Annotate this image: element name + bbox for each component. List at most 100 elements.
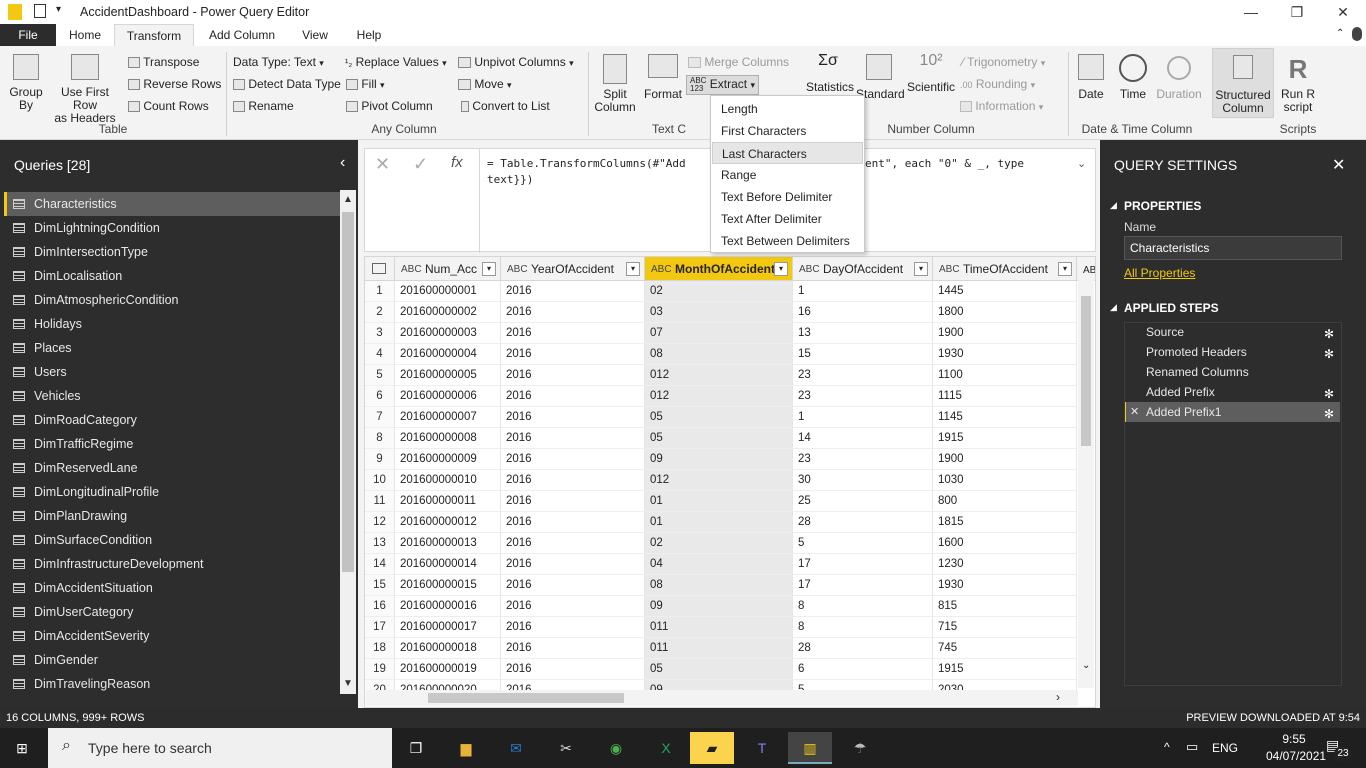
table-cell[interactable]: 23: [793, 365, 933, 386]
applied-step[interactable]: Renamed Columns: [1124, 362, 1340, 382]
scroll-down-icon[interactable]: ▼: [343, 678, 353, 689]
minimize-button[interactable]: —: [1228, 0, 1274, 24]
extract-menu-item[interactable]: Length: [712, 98, 863, 120]
tab-view[interactable]: View: [292, 24, 338, 46]
query-item[interactable]: DimLightningCondition: [6, 216, 340, 240]
table-cell[interactable]: 012: [645, 470, 793, 491]
table-cell[interactable]: 800: [933, 491, 1077, 512]
table-cell[interactable]: 2016: [501, 491, 645, 512]
network-icon[interactable]: ▭: [1186, 739, 1198, 755]
query-item[interactable]: DimTrafficRegime: [6, 432, 340, 456]
show-hidden-icons[interactable]: ^: [1164, 740, 1170, 754]
table-cell[interactable]: 1145: [933, 407, 1077, 428]
scroll-thumb[interactable]: [342, 212, 354, 572]
format-button[interactable]: Format: [642, 54, 684, 101]
scroll-down-icon[interactable]: ⌄: [1082, 660, 1090, 671]
table-cell[interactable]: 1030: [933, 470, 1077, 491]
ribbon-collapse-icon[interactable]: ⌃: [1336, 28, 1344, 39]
gear-icon[interactable]: ✻: [1324, 344, 1334, 364]
query-item[interactable]: DimSurfaceCondition: [6, 528, 340, 552]
grid-hscroll-thumb[interactable]: [428, 693, 624, 703]
column-header[interactable]: ABC MonthOfAccident ▾: [645, 257, 793, 281]
query-item[interactable]: DimReservedLane: [6, 456, 340, 480]
table-cell[interactable]: 02: [645, 281, 793, 302]
table-cell[interactable]: 2016: [501, 365, 645, 386]
extract-menu-item[interactable]: Text Between Delimiters: [712, 230, 863, 252]
query-item[interactable]: DimLocalisation: [6, 264, 340, 288]
table-cell[interactable]: 201600000014: [395, 554, 501, 575]
split-column-button[interactable]: Split Column: [592, 54, 638, 114]
quick-access-dropdown-icon[interactable]: ▾: [56, 4, 61, 15]
table-cell[interactable]: 201600000013: [395, 533, 501, 554]
extract-menu-item[interactable]: Last Characters: [712, 142, 863, 164]
table-cell[interactable]: 14: [793, 428, 933, 449]
table-cell[interactable]: 1230: [933, 554, 1077, 575]
standard-button[interactable]: Standard: [856, 54, 905, 101]
table-cell[interactable]: 2016: [501, 428, 645, 449]
data-type-dropdown[interactable]: Data Type: Text ▾: [233, 55, 324, 69]
table-cell[interactable]: 05: [645, 428, 793, 449]
date-button[interactable]: Date: [1072, 54, 1110, 101]
table-cell[interactable]: 201600000006: [395, 386, 501, 407]
query-item[interactable]: DimRoadCategory: [6, 408, 340, 432]
convert-to-list-button[interactable]: Convert to List: [461, 99, 550, 113]
table-cell[interactable]: 15: [793, 344, 933, 365]
expand-formula-icon[interactable]: ⌄: [1077, 157, 1086, 170]
table-cell[interactable]: 2016: [501, 386, 645, 407]
table-cell[interactable]: 5: [793, 533, 933, 554]
cancel-formula-icon[interactable]: ✕: [375, 154, 390, 175]
reverse-rows-button[interactable]: Reverse Rows: [128, 77, 221, 91]
formula-text-end[interactable]: ent", each "0" & _, type: [865, 157, 1024, 170]
tab-add-column[interactable]: Add Column: [200, 24, 284, 46]
all-properties-link[interactable]: All Properties: [1124, 266, 1195, 280]
table-cell[interactable]: 201600000012: [395, 512, 501, 533]
table-cell[interactable]: 2016: [501, 533, 645, 554]
table-cell[interactable]: 1600: [933, 533, 1077, 554]
table-cell[interactable]: 201600000007: [395, 407, 501, 428]
table-cell[interactable]: 04: [645, 554, 793, 575]
table-cell[interactable]: 09: [645, 449, 793, 470]
table-cell[interactable]: 201600000011: [395, 491, 501, 512]
text-type-icon[interactable]: ABC: [939, 258, 960, 282]
use-first-row-button[interactable]: Use First Row as Headers: [48, 54, 122, 125]
extract-menu-item[interactable]: First Characters: [712, 120, 863, 142]
query-item[interactable]: DimGender: [6, 648, 340, 672]
maximize-button[interactable]: ❐: [1274, 0, 1320, 24]
table-cell[interactable]: 25: [793, 491, 933, 512]
query-item[interactable]: DimUserCategory: [6, 600, 340, 624]
table-cell[interactable]: 05: [645, 659, 793, 680]
applied-step[interactable]: Source ✻: [1124, 322, 1340, 342]
table-cell[interactable]: 2016: [501, 638, 645, 659]
table-cell[interactable]: 08: [645, 575, 793, 596]
table-cell[interactable]: 201600000005: [395, 365, 501, 386]
table-cell[interactable]: 1815: [933, 512, 1077, 533]
table-cell[interactable]: 1100: [933, 365, 1077, 386]
column-filter-icon[interactable]: ▾: [914, 262, 928, 276]
extract-button[interactable]: ABC 123 Extract ▾: [686, 75, 760, 95]
table-cell[interactable]: 201600000015: [395, 575, 501, 596]
query-name-input[interactable]: Characteristics: [1124, 236, 1342, 260]
column-header[interactable]: ABC YearOfAccident ▾: [501, 257, 645, 281]
column-filter-icon[interactable]: ▾: [482, 262, 496, 276]
table-cell[interactable]: 2016: [501, 470, 645, 491]
text-type-icon[interactable]: ABC: [651, 258, 672, 282]
query-item[interactable]: Holidays: [6, 312, 340, 336]
column-header[interactable]: ABC DayOfAccident ▾: [793, 257, 933, 281]
group-by-button[interactable]: Group By: [6, 54, 46, 112]
table-cell[interactable]: 2016: [501, 281, 645, 302]
table-cell[interactable]: 28: [793, 638, 933, 659]
table-cell[interactable]: 201600000008: [395, 428, 501, 449]
column-filter-icon[interactable]: ▾: [1058, 262, 1072, 276]
table-cell[interactable]: 1800: [933, 302, 1077, 323]
collapse-triangle-icon[interactable]: ◢: [1110, 302, 1117, 313]
structured-column-button[interactable]: Structured Column: [1212, 48, 1274, 118]
extract-menu-item[interactable]: Text After Delimiter: [712, 208, 863, 230]
table-cell[interactable]: 30: [793, 470, 933, 491]
text-type-icon[interactable]: ABC: [507, 258, 528, 282]
taskbar-clock[interactable]: 9:55 04/07/2021: [1266, 732, 1326, 763]
function-icon[interactable]: fx: [451, 154, 463, 171]
table-cell[interactable]: 1915: [933, 659, 1077, 680]
table-cell[interactable]: 8: [793, 596, 933, 617]
table-cell[interactable]: 201600000016: [395, 596, 501, 617]
table-cell[interactable]: 2016: [501, 407, 645, 428]
